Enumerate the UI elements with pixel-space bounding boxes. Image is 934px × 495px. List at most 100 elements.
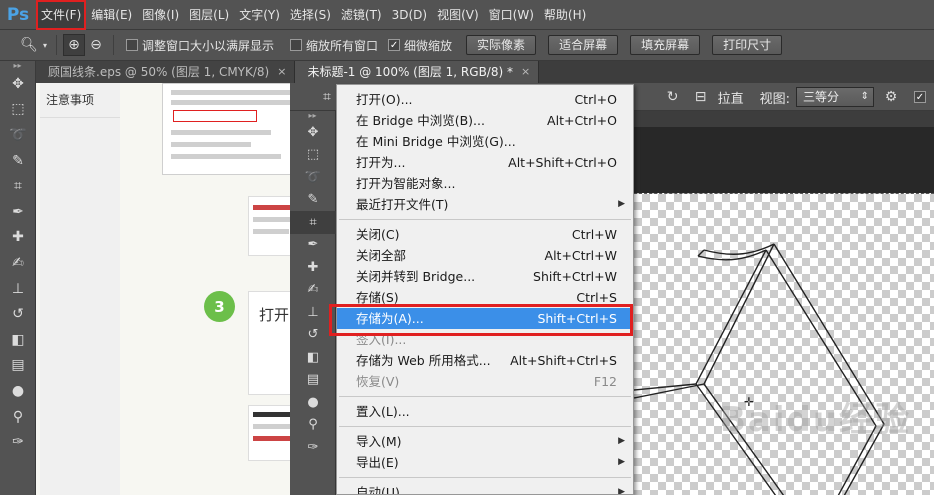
menu-image[interactable]: 图像(I) [137, 0, 184, 30]
menu-type[interactable]: 文字(Y) [234, 0, 285, 30]
gradient-icon[interactable]: ▤ [290, 369, 336, 392]
menu-item[interactable]: 关闭全部 Alt+Ctrl+W [337, 245, 633, 266]
history-brush-icon[interactable]: ↺ [290, 324, 336, 347]
crop-icon[interactable]: ⌗ [0, 173, 36, 199]
print-size-button[interactable]: 打印尺寸 [712, 35, 783, 55]
zoom-icon[interactable]: 🔍︎ [18, 34, 40, 56]
scrubby-zoom-label: 细微缩放 [404, 38, 453, 53]
menu-file[interactable]: 文件(F) [36, 0, 87, 30]
menu-bar: Ps 文件(F) 编辑(E) 图像(I) 图层(L) 文字(Y) 选择(S) 滤… [0, 0, 934, 30]
pen-icon[interactable]: ✑ [290, 436, 336, 459]
crop-icon[interactable]: ⌗ [290, 211, 336, 234]
menu-item[interactable]: 存储为(A)... Shift+Ctrl+S [337, 308, 633, 329]
menu-item[interactable]: 存储(S) Ctrl+S [337, 287, 633, 308]
menu-item-label: 置入(L)... [356, 404, 410, 419]
menu-item-label: 恢复(V) [356, 374, 400, 389]
menu-view[interactable]: 视图(V) [432, 0, 484, 30]
menu-select[interactable]: 选择(S) [285, 0, 336, 30]
eyedropper-icon[interactable]: ✒ [0, 199, 36, 225]
delete-cropped-checkbox[interactable]: ✓ [914, 91, 926, 103]
marquee-icon[interactable]: ⬚ [0, 97, 36, 123]
gradient-icon[interactable]: ▤ [0, 353, 36, 379]
watermark: Baidu经验 [720, 400, 912, 440]
thumbnail-line [171, 154, 281, 159]
menu-item[interactable]: 最近打开文件(T) ▶ [337, 194, 633, 215]
quick-select-icon[interactable]: ✎ [290, 189, 336, 212]
move-icon[interactable]: ✥ [290, 121, 336, 144]
menu-item[interactable]: 在 Mini Bridge 中浏览(G)... [337, 131, 633, 152]
scrubby-zoom-checkbox[interactable]: ✓ [388, 39, 401, 51]
menu-item-label: 存储为(A)... [356, 311, 424, 326]
zoom-in-icon[interactable]: ⊕ [63, 34, 85, 56]
tab-document-1[interactable]: 顾国线条.eps @ 50% (图层 1, CMYK/8) × [36, 61, 296, 83]
actual-pixels-button[interactable]: 实际像素 [466, 35, 537, 55]
blur-icon[interactable]: ● [0, 378, 36, 404]
menu-item[interactable]: 置入(L)... [337, 401, 633, 422]
file-menu-dropdown: 打开(O)... Ctrl+O 在 Bridge 中浏览(B)... Alt+Ctrl… [336, 84, 634, 495]
menu-help[interactable]: 帮助(H) [539, 0, 591, 30]
lasso-icon[interactable]: ➰ [0, 122, 36, 148]
notes-heading: 注意事项 [46, 93, 95, 107]
dodge-icon[interactable]: ⚲ [290, 414, 336, 437]
menu-item[interactable]: 打开为... Alt+Shift+Ctrl+O [337, 152, 633, 173]
menu-item[interactable]: 导入(M) ▶ [337, 431, 633, 452]
zoom-all-windows-checkbox[interactable] [290, 39, 303, 51]
dodge-icon[interactable]: ⚲ [0, 404, 36, 430]
close-icon[interactable]: × [521, 61, 530, 83]
chevron-down-icon[interactable]: ▾ [40, 34, 50, 56]
menu-item[interactable]: 关闭并转到 Bridge... Shift+Ctrl+W [337, 266, 633, 287]
menu-item-label: 关闭并转到 Bridge... [356, 269, 476, 284]
rotate-icon[interactable]: ↻ [662, 86, 684, 108]
menu-item[interactable]: 打开为智能对象... [337, 173, 633, 194]
chevron-updown-icon: ⇕ [860, 91, 869, 102]
zoom-out-icon[interactable]: ⊖ [85, 34, 107, 56]
panel-grip-icon[interactable]: ▸▸ [290, 111, 335, 121]
lasso-icon[interactable]: ➰ [290, 166, 336, 189]
history-brush-icon[interactable]: ↺ [0, 301, 36, 327]
fit-screen-button[interactable]: 适合屏幕 [548, 35, 619, 55]
menu-item[interactable]: 在 Bridge 中浏览(B)... Alt+Ctrl+O [337, 110, 633, 131]
menu-item: 恢复(V) F12 [337, 371, 633, 392]
menu-item-shortcut: Ctrl+W [571, 227, 617, 242]
resize-windows-checkbox[interactable] [126, 39, 138, 51]
crop-icon[interactable]: ⌗ [316, 86, 338, 108]
brush-icon[interactable]: ✍ [0, 250, 36, 276]
menu-item[interactable]: 关闭(C) Ctrl+W [337, 224, 633, 245]
move-icon[interactable]: ✥ [0, 71, 36, 97]
menu-item[interactable]: 存储为 Web 所用格式... Alt+Shift+Ctrl+S [337, 350, 633, 371]
blur-icon[interactable]: ● [290, 391, 336, 414]
straighten-label: 拉直 [717, 91, 744, 107]
fill-screen-button[interactable]: 填充屏幕 [630, 35, 701, 55]
menu-item[interactable]: 打开(O)... Ctrl+O [337, 89, 633, 110]
menu-3d[interactable]: 3D(D) [387, 0, 432, 30]
eyedropper-icon[interactable]: ✒ [290, 234, 336, 257]
menu-window[interactable]: 窗口(W) [484, 0, 539, 30]
stamp-icon[interactable]: ⊥ [290, 301, 336, 324]
menu-item-shortcut: Ctrl+S [576, 290, 617, 305]
healing-icon[interactable]: ✚ [0, 225, 36, 251]
pen-icon[interactable]: ✑ [0, 429, 36, 455]
eraser-icon[interactable]: ◧ [290, 346, 336, 369]
straighten-icon[interactable]: ⊟ [690, 86, 712, 108]
close-icon[interactable]: × [277, 61, 286, 83]
healing-icon[interactable]: ✚ [290, 256, 336, 279]
tab-document-2[interactable]: 未标题-1 @ 100% (图层 1, RGB/8) * × [295, 61, 540, 83]
view-select[interactable]: 三等分 ⇕ [796, 87, 874, 107]
quick-select-icon[interactable]: ✎ [0, 148, 36, 174]
thumbnail-line [253, 424, 293, 429]
eraser-icon[interactable]: ◧ [0, 327, 36, 353]
panel-grip-icon[interactable]: ▸▸ [0, 61, 35, 71]
menu-filter[interactable]: 滤镜(T) [336, 0, 387, 30]
gear-icon[interactable]: ⚙ [880, 86, 902, 108]
menu-item-shortcut: Shift+Ctrl+W [533, 269, 617, 284]
stamp-icon[interactable]: ⊥ [0, 276, 36, 302]
menu-item-label: 导出(E) [356, 455, 399, 470]
menu-item[interactable]: 导出(E) ▶ [337, 452, 633, 473]
brush-icon[interactable]: ✍ [290, 279, 336, 302]
menu-item[interactable]: 自动(U) ▶ [337, 482, 633, 494]
menu-separator [339, 219, 631, 220]
transparent-canvas[interactable]: ✛ [633, 193, 934, 495]
menu-edit[interactable]: 编辑(E) [86, 0, 137, 30]
marquee-icon[interactable]: ⬚ [290, 144, 336, 167]
menu-layer[interactable]: 图层(L) [184, 0, 234, 30]
